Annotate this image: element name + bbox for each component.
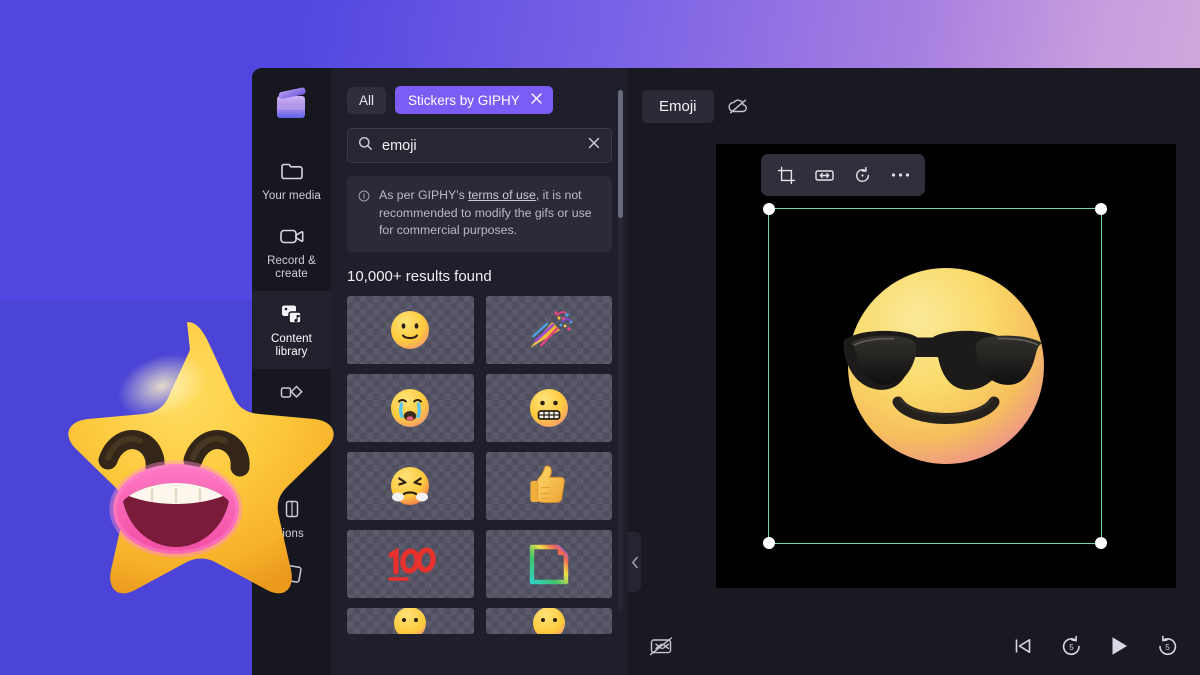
sticker-smiling-face[interactable] xyxy=(347,295,474,364)
sticker-hundred-points[interactable] xyxy=(347,529,474,598)
resize-handle-bottom-right[interactable] xyxy=(1095,537,1107,549)
library-scrollbar[interactable] xyxy=(618,90,623,610)
video-preview-canvas[interactable] xyxy=(716,144,1176,588)
giphy-terms-notice: As per GIPHY's terms of use, it is not r… xyxy=(347,176,612,252)
filter-chip-all[interactable]: All xyxy=(347,86,387,114)
resize-handle-top-left[interactable] xyxy=(763,203,775,215)
clear-search-icon[interactable] xyxy=(587,136,601,155)
object-float-toolbar xyxy=(761,154,925,196)
crop-button[interactable] xyxy=(769,159,803,191)
notice-prefix: As per GIPHY's xyxy=(379,188,469,202)
play-button[interactable] xyxy=(1104,631,1134,661)
folder-icon xyxy=(256,157,327,185)
content-library-panel: All Stickers by GIPHY emoji As per GIPHY… xyxy=(331,68,628,675)
collapse-panel-handle[interactable] xyxy=(628,532,641,592)
star-face-3d-emoji xyxy=(30,312,352,624)
fit-width-button[interactable] xyxy=(807,159,841,191)
info-circle-icon xyxy=(358,187,371,240)
results-count-label: 10,000+ results found xyxy=(347,267,492,285)
video-camera-icon xyxy=(256,222,327,250)
captions-off-button[interactable] xyxy=(644,631,678,661)
filter-chip-group: All Stickers by GIPHY xyxy=(347,86,612,114)
close-icon[interactable] xyxy=(530,92,543,108)
sidebar-item-your-media[interactable]: Your media xyxy=(252,148,331,213)
clipchamp-app-window: Your media Record & create Content libra… xyxy=(252,68,1200,675)
resize-handle-bottom-left[interactable] xyxy=(763,537,775,549)
canvas-wrapper xyxy=(628,144,1200,617)
rotate-button[interactable] xyxy=(845,159,879,191)
stage-header: Emoji xyxy=(628,68,1200,144)
transport-controls: 5 5 xyxy=(1008,617,1182,675)
preview-stage: Emoji 5 5 xyxy=(628,68,1200,675)
svg-text:5: 5 xyxy=(1069,643,1074,652)
sidebar-item-label: Record & create xyxy=(267,255,316,280)
stage-title-chip: Emoji xyxy=(642,89,714,123)
more-options-button[interactable] xyxy=(883,159,917,191)
selection-frame[interactable] xyxy=(763,203,1107,549)
sticker-loudly-crying-face[interactable] xyxy=(347,373,474,442)
sticker-grimacing-face[interactable] xyxy=(485,373,612,442)
library-scrollbar-thumb[interactable] xyxy=(618,90,623,218)
sticker-rainbow-frame[interactable] xyxy=(485,529,612,598)
sticker-party-popper[interactable] xyxy=(485,295,612,364)
sticker-results-grid xyxy=(347,295,612,634)
filter-chip-stickers-by-giphy[interactable]: Stickers by GIPHY xyxy=(395,86,553,114)
terms-of-use-link[interactable]: terms of use xyxy=(468,188,536,202)
sticker-partial-2[interactable] xyxy=(485,607,612,634)
search-icon xyxy=(358,136,373,156)
player-controls-bar: 5 5 xyxy=(628,617,1200,675)
resize-handle-top-right[interactable] xyxy=(1095,203,1107,215)
sticker-face-with-steam[interactable] xyxy=(347,451,474,520)
sticker-thumbs-up[interactable] xyxy=(485,451,612,520)
search-input[interactable]: emoji xyxy=(347,128,612,163)
svg-text:5: 5 xyxy=(1165,643,1170,652)
cloud-off-icon[interactable] xyxy=(718,88,758,124)
filter-chip-label: Stickers by GIPHY xyxy=(408,92,520,108)
search-input-value: emoji xyxy=(382,137,417,154)
clipchamp-logo-icon xyxy=(270,82,314,126)
sidebar-item-label: Your media xyxy=(262,190,321,202)
notice-text: As per GIPHY's terms of use, it is not r… xyxy=(379,187,600,240)
sticker-partial-1[interactable] xyxy=(347,607,474,634)
skip-to-start-button[interactable] xyxy=(1008,631,1038,661)
sidebar-item-record-create[interactable]: Record & create xyxy=(252,213,331,291)
rewind-5-seconds-button[interactable]: 5 xyxy=(1056,631,1086,661)
forward-5-seconds-button[interactable]: 5 xyxy=(1152,631,1182,661)
